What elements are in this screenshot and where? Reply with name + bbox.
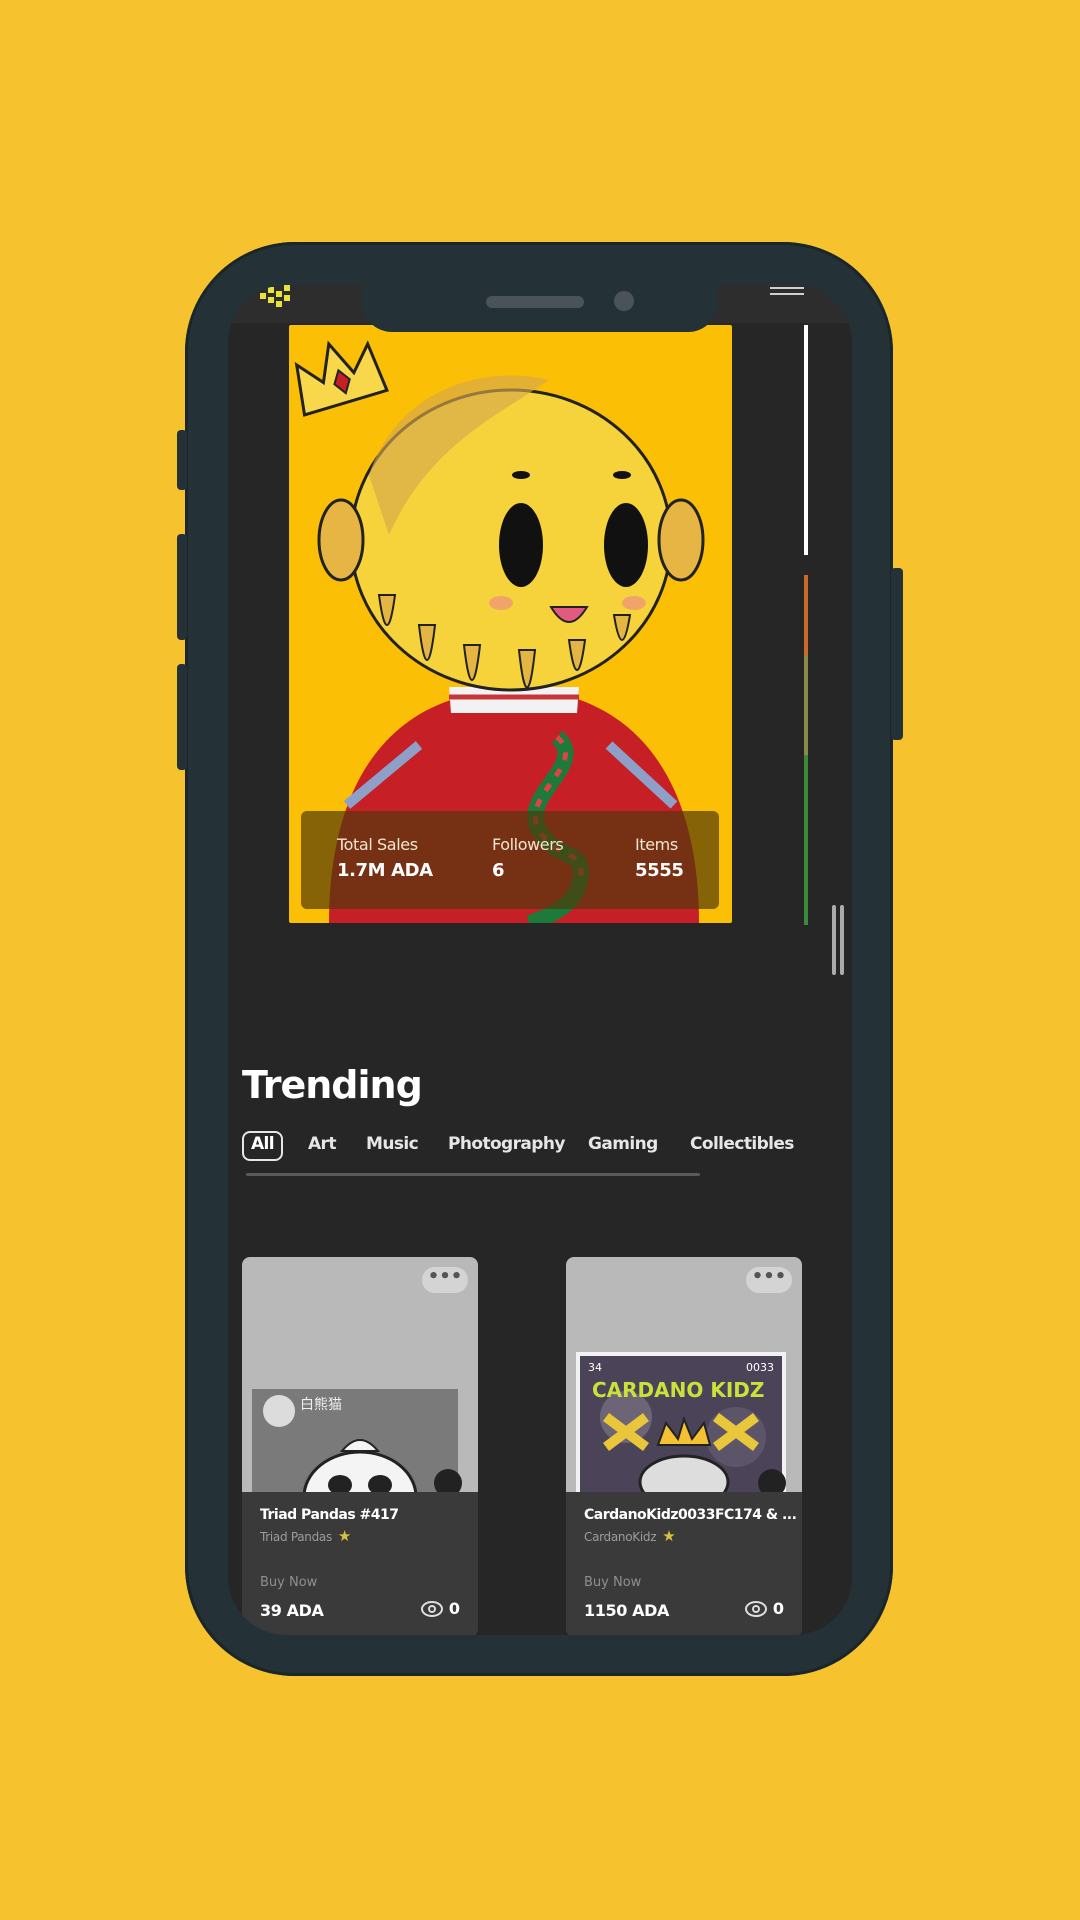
- price: 1150 ADA: [584, 1601, 669, 1620]
- category-tabs: All Art Music Photography Gaming Collect…: [242, 1131, 842, 1161]
- featured-collection-card[interactable]: Total Sales 1.7M ADA Followers 6 Items 5…: [289, 325, 732, 923]
- mute-switch: [177, 430, 187, 490]
- front-camera: [614, 291, 634, 311]
- collection-name[interactable]: CardanoKidz ★: [584, 1527, 676, 1545]
- power-button: [891, 568, 903, 740]
- stat-value: 1.7M ADA: [337, 860, 433, 881]
- stat-label: Followers: [492, 835, 564, 854]
- sale-status: Buy Now: [584, 1575, 642, 1590]
- verified-star-icon: ★: [662, 1527, 676, 1545]
- stat-value: 6: [492, 860, 505, 881]
- stat-value: 5555: [635, 860, 684, 881]
- app-screen: Total Sales 1.7M ADA Followers 6 Items 5…: [228, 285, 852, 1635]
- collection-name[interactable]: Triad Pandas ★: [260, 1527, 351, 1545]
- nft-name: Triad Pandas #417: [260, 1507, 399, 1523]
- carousel-scrollbar[interactable]: [830, 905, 846, 975]
- collection-label: CardanoKidz: [584, 1530, 657, 1544]
- tab-gaming[interactable]: Gaming: [588, 1131, 658, 1157]
- verified-star-icon: ★: [337, 1527, 352, 1545]
- tab-all[interactable]: All: [242, 1131, 284, 1161]
- trending-title: Trending: [242, 1063, 423, 1107]
- view-count-value: 0: [448, 1599, 460, 1618]
- stat-label: Total Sales: [337, 835, 418, 854]
- nft-name: CardanoKidz0033FC174 & ...: [584, 1507, 797, 1523]
- tab-art[interactable]: Art: [308, 1131, 336, 1157]
- nft-card[interactable]: 34 0033 CARDANO KIDZ ••• CardanoKidz0033…: [566, 1257, 802, 1635]
- nft-image: 34 0033 CARDANO KIDZ •••: [566, 1257, 802, 1510]
- nft-image: 白熊猫 •••: [242, 1257, 478, 1544]
- tab-photography[interactable]: Photography: [448, 1131, 565, 1157]
- stat-label: Items: [635, 835, 678, 854]
- sale-status: Buy Now: [260, 1575, 318, 1590]
- nft-card[interactable]: 白熊猫 ••• Triad Pandas #417 Triad Pandas ★ …: [242, 1257, 478, 1635]
- speaker-grille: [486, 296, 584, 308]
- logo-icon[interactable]: [260, 285, 300, 307]
- price: 39 ADA: [260, 1601, 324, 1620]
- tab-music[interactable]: Music: [366, 1131, 419, 1157]
- collection-label: Triad Pandas: [260, 1530, 332, 1544]
- kidz-left-num: 34: [588, 1361, 602, 1374]
- next-featured-card[interactable]: [804, 325, 816, 925]
- view-count-value: 0: [772, 1599, 784, 1618]
- collection-stats: Total Sales 1.7M ADA Followers 6 Items 5…: [301, 811, 719, 909]
- volume-down-button: [177, 664, 187, 770]
- view-count: 0: [420, 1599, 460, 1618]
- stat-total-sales: Total Sales 1.7M ADA: [337, 835, 433, 881]
- tab-collectibles[interactable]: Collectibles: [690, 1131, 794, 1157]
- more-icon[interactable]: •••: [746, 1267, 792, 1293]
- panda-header-text: 白熊猫: [300, 1397, 342, 1413]
- eye-icon: [420, 1601, 443, 1617]
- volume-up-button: [177, 534, 187, 640]
- eye-icon: [744, 1601, 767, 1617]
- phone-notch: [362, 270, 718, 332]
- stat-followers: Followers 6: [492, 835, 564, 881]
- stat-items: Items 5555: [635, 835, 684, 881]
- menu-icon[interactable]: [770, 287, 804, 301]
- kidz-banner: CARDANO KIDZ: [592, 1378, 764, 1402]
- view-count: 0: [744, 1599, 784, 1618]
- tab-scroll-indicator: [246, 1173, 700, 1176]
- more-icon[interactable]: •••: [422, 1267, 468, 1293]
- kidz-right-num: 0033: [746, 1361, 774, 1374]
